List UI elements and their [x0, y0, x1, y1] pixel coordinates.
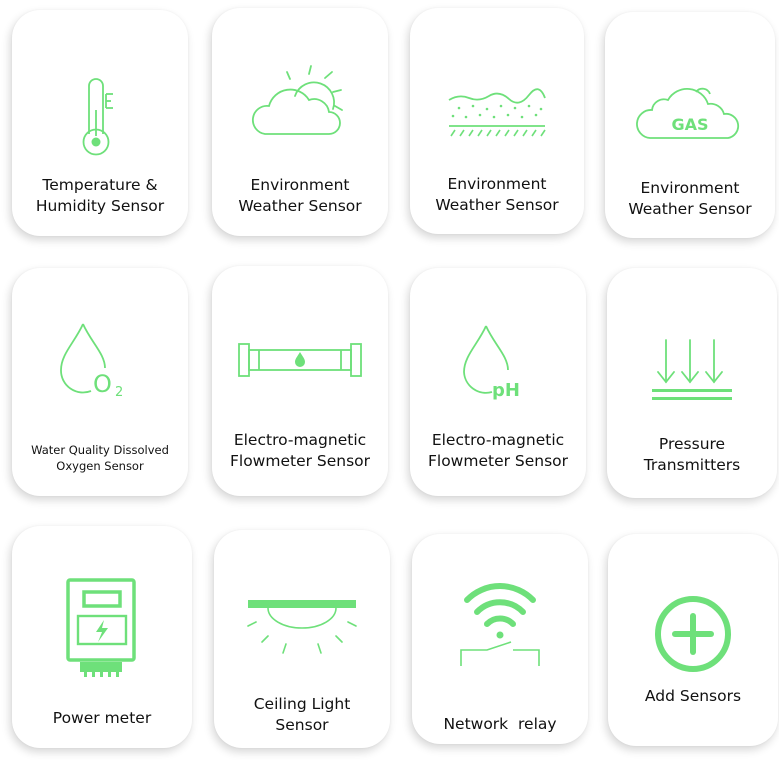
water-drop-ph-icon: pH [463, 325, 520, 401]
sensor-label: Electro-magnetic Flowmeter Sensor [427, 431, 569, 470]
sensor-label: Environment Weather Sensor [435, 175, 559, 214]
sensor-label: Network relay [443, 715, 557, 733]
sensor-card-ceiling-light[interactable]: Ceiling Light Sensor [214, 530, 390, 748]
sensor-card-dissolved-oxygen[interactable]: O 2 Water Quality Dissolved Oxygen Sensor [12, 268, 188, 496]
pressure-arrows-icon [652, 339, 732, 400]
power-meter-icon [66, 578, 136, 677]
cloud-sun-icon [251, 65, 343, 135]
svg-text:pH: pH [492, 380, 520, 401]
sensor-card-network-relay[interactable]: Network relay [412, 534, 588, 744]
water-drop-oxygen-icon: O 2 [60, 323, 123, 400]
sensor-label: Water Quality Dissolved Oxygen Sensor [31, 443, 169, 473]
sensor-label: Power meter [52, 709, 152, 727]
add-sensors-card[interactable]: Add Sensors [608, 534, 778, 746]
sensor-label: Environment Weather Sensor [238, 176, 362, 215]
sensor-card-power-meter[interactable]: Power meter [12, 526, 192, 748]
sensor-card-flowmeter-1[interactable]: Electro-magnetic Flowmeter Sensor [212, 266, 388, 496]
sensor-label: Pressure Transmitters [643, 435, 741, 474]
svg-text:O: O [93, 370, 112, 398]
sensor-card-environment-gas[interactable]: GAS Environment Weather Sensor [605, 12, 775, 238]
flow-pipe-icon [238, 343, 362, 377]
add-circle-icon[interactable] [653, 594, 733, 674]
sensor-label: Electro-magnetic Flowmeter Sensor [229, 431, 371, 470]
sensor-label: Temperature & Humidity Sensor [35, 176, 165, 215]
sensor-card-pressure-transmitters[interactable]: Pressure Transmitters [607, 268, 777, 498]
wifi-relay-icon [460, 583, 540, 666]
sensor-card-environment-weather[interactable]: Environment Weather Sensor [212, 8, 388, 236]
sensor-label: Ceiling Light Sensor [253, 695, 351, 734]
sensor-label: Environment Weather Sensor [628, 179, 752, 218]
add-sensors-label: Add Sensors [644, 687, 742, 705]
thermometer-icon [82, 78, 113, 156]
ceiling-light-icon [247, 600, 357, 654]
gas-cloud-icon: GAS [636, 87, 740, 139]
soil-layers-icon [448, 88, 546, 137]
sensor-card-environment-soil[interactable]: Environment Weather Sensor [410, 8, 584, 234]
svg-text:GAS: GAS [671, 115, 708, 134]
sensor-card-temperature-humidity[interactable]: Temperature & Humidity Sensor [12, 10, 188, 236]
sensor-card-flowmeter-2[interactable]: pH Electro-magnetic Flowmeter Sensor [410, 268, 586, 496]
svg-text:2: 2 [115, 385, 123, 400]
